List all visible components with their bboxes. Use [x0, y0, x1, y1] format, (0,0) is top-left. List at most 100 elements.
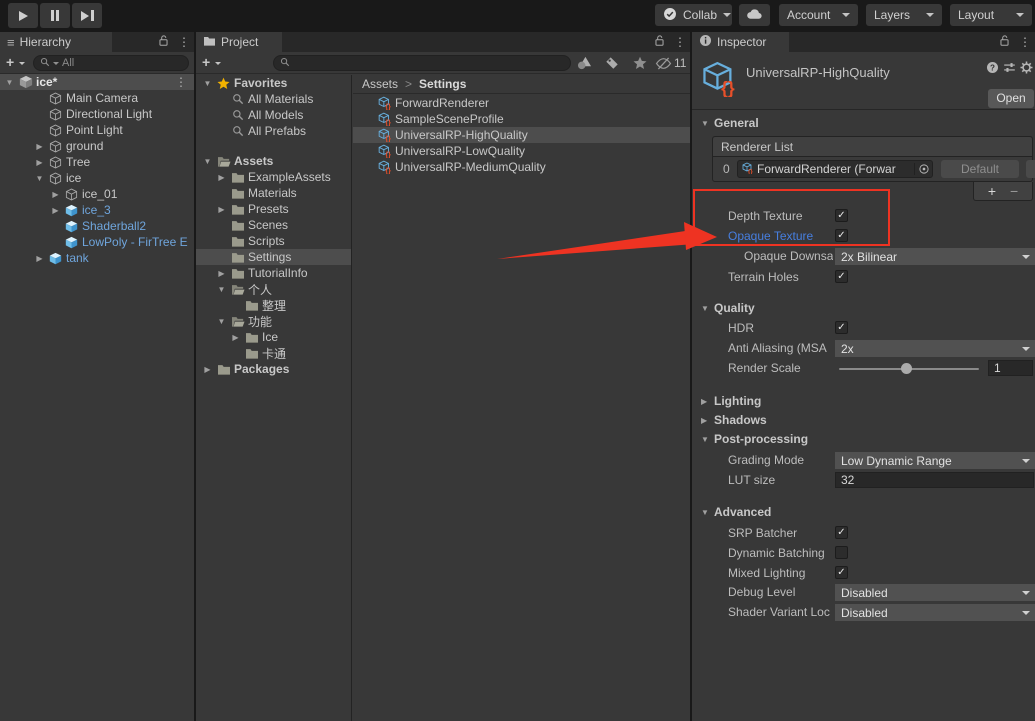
project-search[interactable]: [273, 55, 571, 71]
mixed-lighting-checkbox[interactable]: [835, 566, 848, 579]
chevron-down-icon[interactable]: [19, 62, 25, 65]
breadcrumb-root[interactable]: Assets: [362, 77, 398, 91]
hierarchy-item-point-light[interactable]: Point Light: [0, 122, 194, 138]
kebab-menu-icon[interactable]: [674, 35, 686, 49]
project-tree-item-item-14[interactable]: 整理: [196, 297, 351, 313]
anti-aliasing-dropdown[interactable]: 2x: [835, 340, 1035, 357]
terrain-holes-checkbox[interactable]: [835, 270, 848, 283]
project-tree-item-ice[interactable]: ▶Ice: [196, 329, 351, 345]
lut-size-input[interactable]: 32: [835, 472, 1034, 488]
project-tree-item-exampleassets[interactable]: ▶ExampleAssets: [196, 169, 351, 185]
expand-arrow[interactable]: ▶: [230, 333, 241, 342]
opaque-texture-checkbox[interactable]: [835, 229, 848, 242]
object-picker-icon[interactable]: [914, 163, 930, 175]
project-search-input[interactable]: [293, 57, 564, 69]
tab-project[interactable]: Project: [196, 32, 282, 52]
project-tree-item-scripts[interactable]: Scripts: [196, 233, 351, 249]
hierarchy-item-directional-light[interactable]: Directional Light: [0, 106, 194, 122]
expand-arrow[interactable]: ▶: [34, 158, 45, 167]
project-tree-item-tutorialinfo[interactable]: ▶TutorialInfo: [196, 265, 351, 281]
hierarchy-item-ice-3[interactable]: ▶ice_3: [0, 202, 194, 218]
tab-inspector[interactable]: Inspector: [692, 32, 789, 52]
add-renderer-button[interactable]: [988, 183, 996, 199]
section-general[interactable]: ▼ General: [692, 116, 1035, 132]
search-by-type-button[interactable]: [577, 56, 592, 70]
layout-dropdown[interactable]: Layout: [950, 4, 1032, 26]
project-tree-item-settings[interactable]: Settings: [196, 249, 351, 265]
hierarchy-search-input[interactable]: [62, 57, 182, 69]
project-tree-item-assets[interactable]: ▼Assets: [196, 153, 351, 169]
asset-item-universalrp-lowquality[interactable]: {}UniversalRP-LowQuality: [353, 143, 690, 159]
remove-renderer-button[interactable]: [1010, 183, 1018, 199]
hierarchy-item-ice[interactable]: ▼ice: [0, 170, 194, 186]
lock-icon[interactable]: [654, 34, 665, 50]
hierarchy-item-ground[interactable]: ▶ground: [0, 138, 194, 154]
kebab-menu-icon[interactable]: [175, 75, 194, 89]
cloud-button[interactable]: [739, 4, 770, 26]
srp-batcher-checkbox[interactable]: [835, 526, 848, 539]
hierarchy-search[interactable]: [33, 55, 189, 71]
expand-arrow[interactable]: ▼: [216, 317, 227, 326]
kebab-menu-icon[interactable]: [178, 35, 190, 49]
collab-dropdown[interactable]: Collab: [655, 4, 732, 26]
hierarchy-item-tree[interactable]: ▶Tree: [0, 154, 194, 170]
asset-item-universalrp-mediumquality[interactable]: {}UniversalRP-MediumQuality: [353, 159, 690, 175]
create-menu-button[interactable]: [202, 54, 210, 70]
kebab-menu-icon[interactable]: [1019, 35, 1031, 49]
depth-texture-checkbox[interactable]: [835, 209, 848, 222]
render-scale-value[interactable]: 1: [988, 360, 1033, 376]
asset-item-forwardrenderer[interactable]: {}ForwardRenderer: [353, 95, 690, 111]
default-button[interactable]: Default: [941, 160, 1019, 178]
search-by-label-button[interactable]: [605, 56, 619, 70]
project-tree-item-scenes[interactable]: Scenes: [196, 217, 351, 233]
open-button[interactable]: Open: [988, 89, 1034, 108]
hierarchy-item-ice-01[interactable]: ▶ice_01: [0, 186, 194, 202]
hierarchy-item-lowpoly-firtree-e[interactable]: LowPoly - FirTree E: [0, 234, 194, 250]
project-tree-item-item-13[interactable]: ▼个人: [196, 281, 351, 297]
project-tree-item-item-17[interactable]: 卡通: [196, 345, 351, 361]
expand-arrow[interactable]: ▶: [202, 365, 213, 374]
hierarchy-item-ice[interactable]: ▼ice*: [0, 74, 194, 90]
step-button[interactable]: [72, 3, 102, 28]
create-menu-button[interactable]: [6, 54, 14, 70]
section-quality[interactable]: ▼ Quality: [692, 301, 1035, 317]
section-post-processing[interactable]: ▼ Post-processing: [692, 432, 1035, 448]
project-tree-item-packages[interactable]: ▶Packages: [196, 361, 351, 377]
expand-arrow[interactable]: ▶: [216, 173, 227, 182]
layers-dropdown[interactable]: Layers: [866, 4, 942, 26]
expand-arrow[interactable]: ▶: [216, 205, 227, 214]
lock-icon[interactable]: [999, 34, 1010, 50]
expand-arrow[interactable]: ▶: [50, 190, 61, 199]
shader-variant-log-dropdown[interactable]: Disabled: [835, 604, 1035, 621]
render-scale-slider-handle[interactable]: [901, 363, 912, 374]
breadcrumb-leaf[interactable]: Settings: [419, 77, 466, 91]
lock-icon[interactable]: [158, 34, 169, 50]
expand-arrow[interactable]: ▼: [4, 78, 15, 87]
expand-arrow[interactable]: ▶: [50, 206, 61, 215]
project-tree-item-all-models[interactable]: All Models: [196, 107, 351, 123]
hierarchy-item-tank[interactable]: ▶tank: [0, 250, 194, 266]
renderer-kebab-button[interactable]: [1026, 160, 1035, 178]
section-lighting[interactable]: ▶ Lighting: [692, 394, 1035, 410]
section-advanced[interactable]: ▼ Advanced: [692, 505, 1035, 521]
hierarchy-item-shaderball2[interactable]: Shaderball2: [0, 218, 194, 234]
asset-item-universalrp-highquality[interactable]: {}UniversalRP-HighQuality: [353, 127, 690, 143]
account-dropdown[interactable]: Account: [779, 4, 858, 26]
expand-arrow[interactable]: ▶: [34, 142, 45, 151]
expand-arrow[interactable]: ▶: [34, 254, 45, 263]
hierarchy-item-main-camera[interactable]: Main Camera: [0, 90, 194, 106]
tab-hierarchy[interactable]: Hierarchy: [0, 32, 112, 52]
chevron-down-icon[interactable]: [215, 62, 221, 65]
presets-icon[interactable]: [1003, 61, 1016, 77]
project-tree-item-all-materials[interactable]: All Materials: [196, 91, 351, 107]
hidden-count-button[interactable]: 11: [655, 56, 686, 70]
project-tree-item-presets[interactable]: ▶Presets: [196, 201, 351, 217]
favorites-star-button[interactable]: [633, 56, 647, 70]
expand-arrow[interactable]: ▼: [202, 157, 213, 166]
grading-mode-dropdown[interactable]: Low Dynamic Range: [835, 452, 1035, 469]
gear-icon[interactable]: [1020, 61, 1033, 77]
hdr-checkbox[interactable]: [835, 321, 848, 334]
opaque-downsampling-dropdown[interactable]: 2x Bilinear: [835, 248, 1035, 265]
project-tree-item-all-prefabs[interactable]: All Prefabs: [196, 123, 351, 139]
project-tree-item-favorites[interactable]: ▼Favorites: [196, 75, 351, 91]
